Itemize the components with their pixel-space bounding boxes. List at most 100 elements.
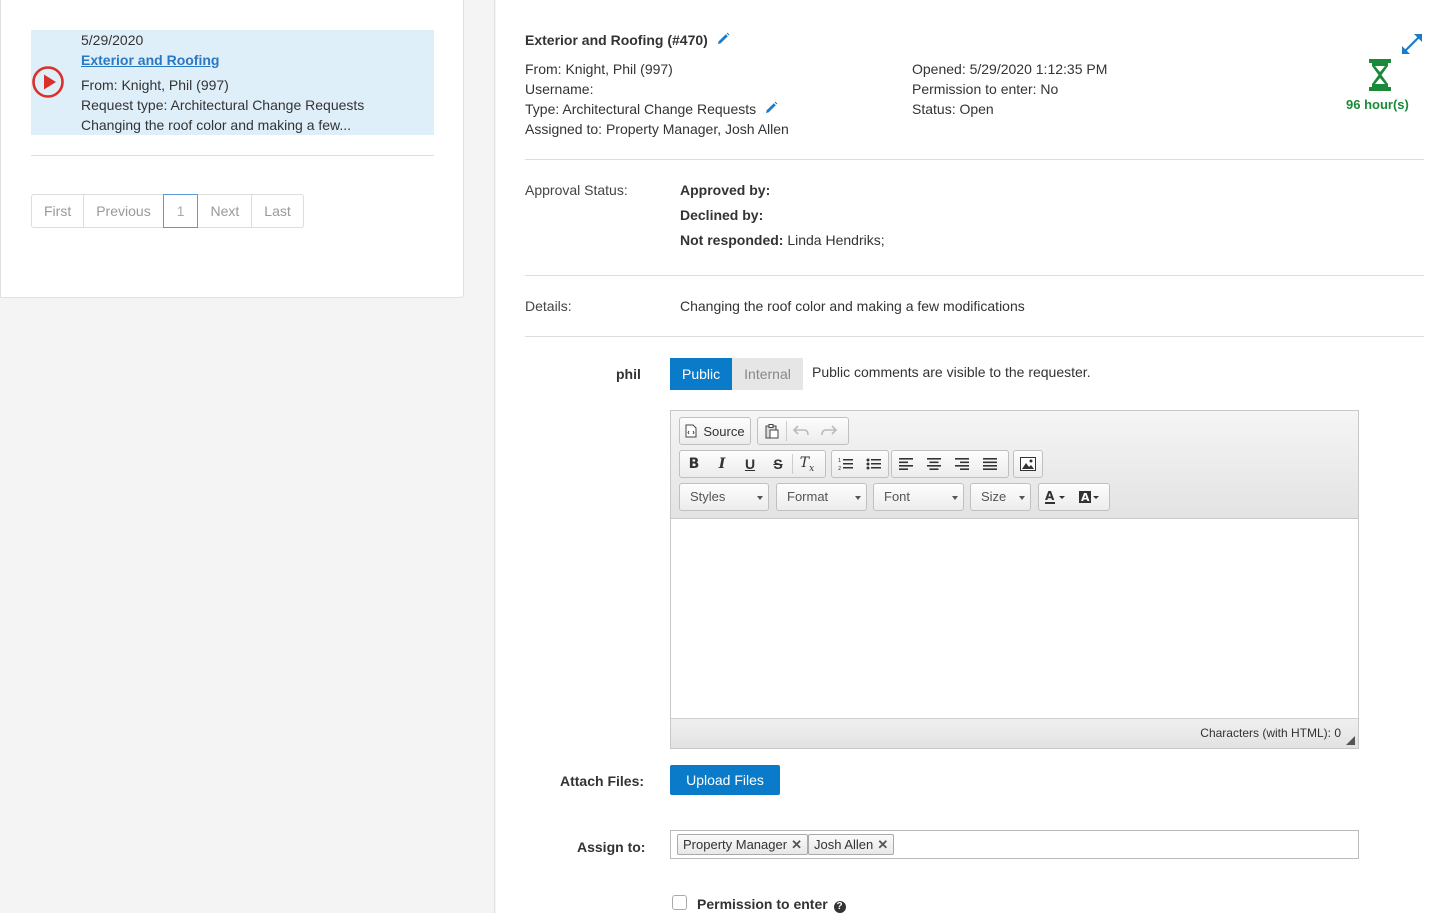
question-circle-icon[interactable]: ?: [833, 901, 846, 913]
permission-to-enter-label: Permission to enter: [697, 896, 828, 912]
clipboard-group: [757, 417, 849, 445]
format-dropdown[interactable]: Format: [776, 483, 867, 511]
request-permission: Permission to enter: No: [912, 81, 1059, 97]
bulleted-list-icon: [866, 458, 881, 470]
editor-content-area[interactable]: [671, 519, 1358, 719]
remove-format-icon: Tx: [799, 454, 815, 474]
edit-type-icon[interactable]: [764, 101, 778, 115]
internal-toggle-button[interactable]: Internal: [732, 358, 803, 390]
play-circle-icon[interactable]: [31, 65, 65, 99]
numbered-list-button[interactable]: 1 2: [832, 451, 860, 477]
declined-by-label: Declined by:: [680, 207, 764, 223]
pager-current-page[interactable]: 1: [162, 194, 199, 228]
text-color-icon: A: [1045, 489, 1065, 504]
chevron-down-icon: [757, 496, 763, 500]
redo-icon: [821, 425, 837, 436]
upload-files-button[interactable]: Upload Files: [670, 765, 780, 795]
remove-tag-icon[interactable]: ✕: [877, 835, 888, 854]
size-dropdown[interactable]: Size: [970, 483, 1031, 511]
assignee-tag: Property Manager ✕: [677, 834, 809, 855]
align-center-icon: [927, 458, 941, 470]
chevron-down-icon: [952, 496, 958, 500]
align-center-button[interactable]: [920, 451, 948, 477]
assign-to-label: Assign to:: [577, 839, 646, 855]
permission-to-enter-row: Permission to enter ?: [697, 896, 846, 913]
italic-button[interactable]: I: [708, 451, 736, 477]
details-label: Details:: [525, 298, 572, 314]
pager-last[interactable]: Last: [251, 194, 304, 228]
remove-tag-icon[interactable]: ✕: [791, 835, 802, 854]
character-count: Characters (with HTML): 0: [1200, 726, 1341, 740]
edit-title-icon[interactable]: [716, 32, 730, 46]
align-right-button[interactable]: [948, 451, 976, 477]
align-left-button[interactable]: [892, 451, 920, 477]
background-color-button[interactable]: A: [1073, 484, 1107, 510]
divider: [525, 336, 1424, 337]
svg-text:1: 1: [838, 458, 841, 464]
request-status: Status: Open: [912, 101, 994, 117]
chevron-down-icon: [855, 496, 861, 500]
request-title: Exterior and Roofing (#470): [525, 32, 708, 48]
assignee-tag-label: Josh Allen: [814, 837, 874, 852]
pager-first[interactable]: First: [31, 194, 85, 228]
request-detail-panel: Exterior and Roofing (#470) From: Knight…: [496, 0, 1453, 913]
pager-next[interactable]: Next: [197, 194, 253, 228]
comment-visibility-toggle: Public Internal: [670, 358, 803, 390]
request-type-row: Type: Architectural Change Requests: [525, 101, 778, 117]
expand-icon[interactable]: [1399, 31, 1425, 57]
font-dropdown[interactable]: Font: [873, 483, 964, 511]
undo-button[interactable]: [787, 418, 815, 444]
details-value: Changing the roof color and making a few…: [680, 298, 1025, 314]
text-color-button[interactable]: A: [1039, 484, 1073, 510]
basic-styles-group: B I U S Tx: [679, 450, 826, 478]
undo-icon: [793, 425, 809, 436]
svg-text:A: A: [1081, 491, 1090, 504]
request-opened: Opened: 5/29/2020 1:12:35 PM: [912, 61, 1108, 77]
pager-previous[interactable]: Previous: [83, 194, 164, 228]
redo-button[interactable]: [815, 418, 843, 444]
justify-button[interactable]: [976, 451, 1004, 477]
not-responded-row: Not responded: Linda Hendriks;: [680, 232, 885, 248]
strikethrough-button[interactable]: S: [764, 451, 792, 477]
permission-to-enter-checkbox[interactable]: [672, 895, 687, 910]
divider: [31, 155, 434, 156]
chevron-down-icon: [1019, 496, 1025, 500]
public-toggle-button[interactable]: Public: [670, 358, 733, 390]
svg-text:2: 2: [838, 466, 841, 471]
not-responded-label: Not responded:: [680, 232, 784, 248]
assignee-tag: Josh Allen ✕: [808, 834, 895, 855]
underline-button[interactable]: U: [736, 451, 764, 477]
insert-group: [1013, 450, 1043, 478]
insert-image-button[interactable]: [1014, 451, 1042, 477]
align-left-icon: [899, 458, 913, 470]
assignee-tag-label: Property Manager: [683, 837, 788, 852]
source-label: Source: [703, 423, 745, 439]
paste-button[interactable]: [758, 418, 786, 444]
source-button[interactable]: Source: [680, 418, 750, 444]
rich-text-editor: Source B I U S Tx 1 2 Styles Format Font…: [670, 410, 1359, 749]
list-group: 1 2: [831, 450, 889, 478]
attach-files-label: Attach Files:: [560, 773, 645, 789]
request-list-card: 5/29/2020 Exterior and Roofing From: Kni…: [0, 0, 464, 298]
background-color-icon: A: [1079, 491, 1099, 504]
list-item-from: From: Knight, Phil (997): [81, 77, 229, 93]
bold-button[interactable]: B: [680, 451, 708, 477]
editor-status-bar: Characters (with HTML): 0: [671, 718, 1358, 748]
bulleted-list-button[interactable]: [860, 451, 888, 477]
list-item-title-link[interactable]: Exterior and Roofing: [81, 52, 219, 68]
comment-user: phil: [616, 366, 641, 382]
source-group: Source: [679, 417, 751, 445]
approved-by-label: Approved by:: [680, 182, 771, 198]
list-item[interactable]: 5/29/2020 Exterior and Roofing From: Kni…: [31, 30, 434, 135]
assign-to-input[interactable]: Property Manager ✕ Josh Allen ✕: [670, 830, 1359, 859]
not-responded-value: Linda Hendriks;: [783, 232, 885, 248]
remove-format-button[interactable]: Tx: [793, 451, 821, 477]
list-item-date: 5/29/2020: [81, 32, 144, 48]
divider: [525, 275, 1424, 276]
resize-handle-icon[interactable]: [1346, 736, 1355, 745]
divider: [525, 159, 1424, 160]
approval-status-label: Approval Status:: [525, 182, 628, 198]
colors-group: A A: [1038, 483, 1110, 511]
request-username: Username:: [525, 81, 594, 97]
styles-dropdown[interactable]: Styles: [679, 483, 769, 511]
